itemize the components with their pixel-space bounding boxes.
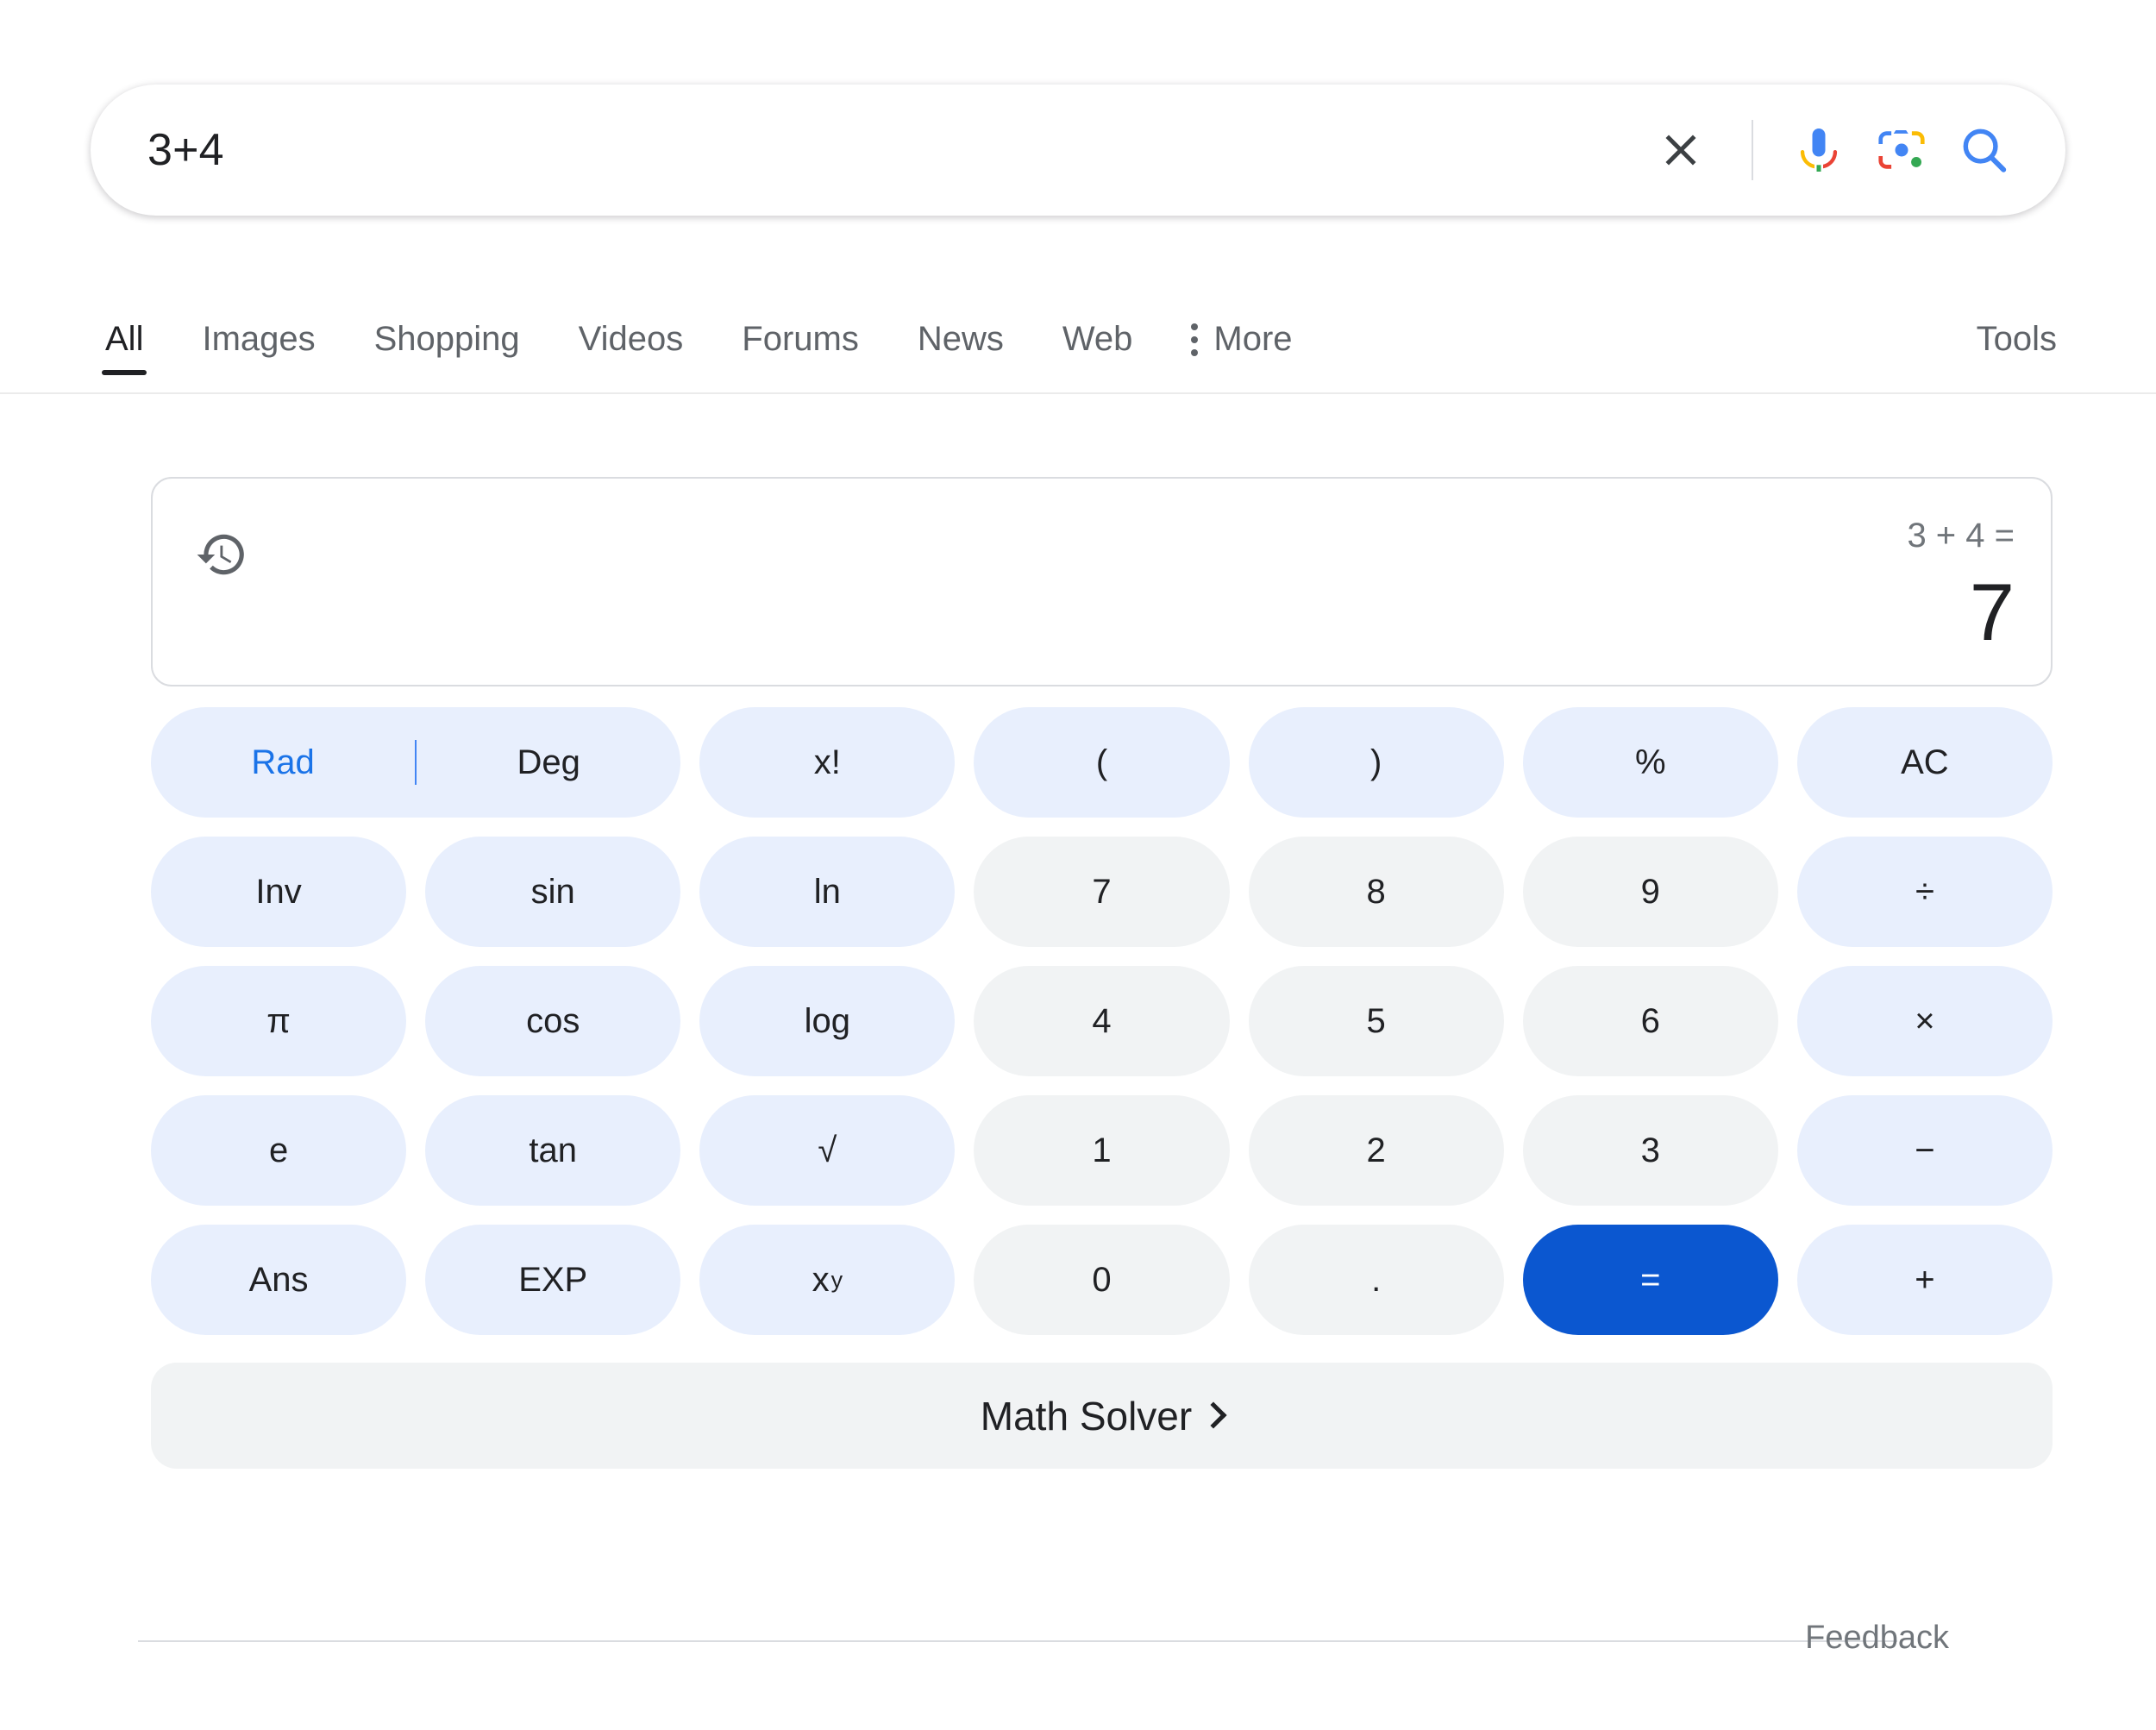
key-tan[interactable]: tan xyxy=(425,1095,681,1206)
key-0[interactable]: 0 xyxy=(974,1225,1230,1335)
search-bar-divider xyxy=(1752,120,1753,180)
search-tabs-bar: All Images Shopping Videos Forums News W… xyxy=(0,289,2156,394)
rad-option[interactable]: Rad xyxy=(151,745,415,780)
key-cos[interactable]: cos xyxy=(425,966,681,1076)
clear-search-button[interactable] xyxy=(1639,109,1722,191)
footer-divider xyxy=(138,1640,1897,1642)
feedback-link[interactable]: Feedback xyxy=(1805,1621,1949,1654)
key-power-base: x xyxy=(812,1261,830,1299)
key-4[interactable]: 4 xyxy=(974,966,1230,1076)
search-bar[interactable]: 3+4 xyxy=(91,85,2065,216)
search-results-page: 3+4 All Images Shopping Videos Forums Ne… xyxy=(0,0,2156,1730)
key-minus[interactable]: − xyxy=(1796,1095,2053,1206)
key-percent[interactable]: % xyxy=(1522,707,1778,818)
key-equals[interactable]: = xyxy=(1522,1225,1778,1335)
tab-more-label: More xyxy=(1213,320,1293,358)
key-ans[interactable]: Ans xyxy=(151,1225,407,1335)
key-sqrt[interactable]: √ xyxy=(699,1095,956,1206)
key-inverse[interactable]: Inv xyxy=(151,837,407,947)
key-9[interactable]: 9 xyxy=(1522,837,1778,947)
key-3[interactable]: 3 xyxy=(1522,1095,1778,1206)
search-tabs: All Images Shopping Videos Forums News W… xyxy=(101,289,1351,392)
key-8[interactable]: 8 xyxy=(1248,837,1504,947)
key-pi[interactable]: π xyxy=(151,966,407,1076)
history-button[interactable] xyxy=(195,528,248,581)
tools-button[interactable]: Tools xyxy=(1977,322,2057,356)
key-all-clear[interactable]: AC xyxy=(1796,707,2053,818)
close-icon xyxy=(1665,135,1696,166)
page-footer: Feedback xyxy=(138,1621,2156,1692)
key-6[interactable]: 6 xyxy=(1522,966,1778,1076)
tab-forums[interactable]: Forums xyxy=(742,289,859,356)
tab-web[interactable]: Web xyxy=(1062,289,1133,356)
calculator-expression: 3 + 4 = xyxy=(1907,517,2015,555)
key-5[interactable]: 5 xyxy=(1248,966,1504,1076)
history-icon xyxy=(197,534,244,575)
angle-mode-toggle[interactable]: Rad Deg xyxy=(151,707,681,818)
math-solver-label: Math Solver xyxy=(980,1393,1193,1439)
key-7[interactable]: 7 xyxy=(974,837,1230,947)
tab-more[interactable]: More xyxy=(1191,289,1293,358)
key-e[interactable]: e xyxy=(151,1095,407,1206)
tab-all[interactable]: All xyxy=(101,289,147,375)
search-submit-button[interactable] xyxy=(1943,109,2026,191)
tab-images[interactable]: Images xyxy=(202,289,315,356)
key-1[interactable]: 1 xyxy=(974,1095,1230,1206)
deg-option[interactable]: Deg xyxy=(417,745,680,780)
math-solver-button[interactable]: Math Solver xyxy=(151,1363,2053,1469)
calculator-display: 3 + 4 = 7 xyxy=(151,477,2053,686)
key-decimal[interactable]: . xyxy=(1248,1225,1504,1335)
key-multiply[interactable]: × xyxy=(1796,966,2053,1076)
key-exp[interactable]: EXP xyxy=(425,1225,681,1335)
tab-news[interactable]: News xyxy=(918,289,1004,356)
camera-lens-icon xyxy=(1878,130,1925,169)
search-input[interactable]: 3+4 xyxy=(147,128,1639,172)
key-ln[interactable]: ln xyxy=(699,837,956,947)
calculator-result: 7 xyxy=(1969,567,2015,657)
key-divide[interactable]: ÷ xyxy=(1796,837,2053,947)
key-power[interactable]: xy xyxy=(699,1225,956,1335)
more-vertical-icon xyxy=(1191,323,1199,356)
tab-shopping[interactable]: Shopping xyxy=(374,289,520,356)
key-plus[interactable]: + xyxy=(1796,1225,2053,1335)
key-factorial[interactable]: x! xyxy=(699,707,956,818)
chevron-right-icon xyxy=(1200,1401,1227,1429)
key-paren-close[interactable]: ) xyxy=(1248,707,1504,818)
search-bar-container: 3+4 xyxy=(91,85,2065,216)
key-paren-open[interactable]: ( xyxy=(974,707,1230,818)
calculator-widget: 3 + 4 = 7 Rad Deg x! ( ) % AC Inv sin ln… xyxy=(151,477,2053,1469)
calculator-keypad: Rad Deg x! ( ) % AC Inv sin ln 7 8 9 ÷ π… xyxy=(151,707,2053,1335)
key-log[interactable]: log xyxy=(699,966,956,1076)
key-2[interactable]: 2 xyxy=(1248,1095,1504,1206)
microphone-icon xyxy=(1800,128,1838,172)
search-icon xyxy=(1963,128,2007,172)
key-sin[interactable]: sin xyxy=(425,837,681,947)
lens-search-button[interactable] xyxy=(1860,109,1943,191)
tab-videos[interactable]: Videos xyxy=(579,289,684,356)
search-bar-actions xyxy=(1639,109,2026,191)
voice-search-button[interactable] xyxy=(1777,109,1860,191)
rad-deg-segments: Rad Deg xyxy=(151,740,680,785)
